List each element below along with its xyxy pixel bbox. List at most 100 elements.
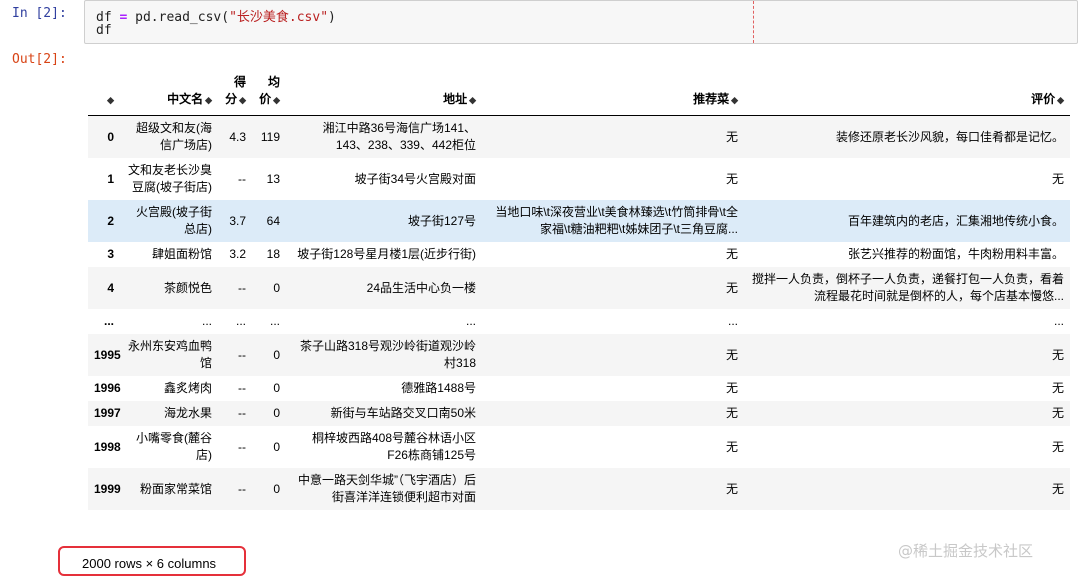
code-line-1[interactable]: df = pd.read_csv("长沙美食.csv") — [96, 6, 336, 25]
row-index: ... — [103, 314, 114, 328]
table-row: 1997 海龙水果 -- 0 新街与车站路交叉口南50米 无 无 — [88, 401, 1070, 426]
sort-icon[interactable]: ◆ — [1057, 92, 1064, 109]
column-header-review[interactable]: 评价 ◆ — [744, 70, 1070, 116]
row-index: 1999 — [94, 481, 121, 496]
table-row: ..................... — [88, 309, 1070, 334]
cell-review: 无 — [1051, 481, 1064, 496]
sort-icon[interactable]: ◆ — [107, 92, 114, 109]
cell-price: 119 — [260, 129, 280, 144]
shape-summary: 2000 rows × 6 columns — [82, 556, 217, 571]
table-body: 0 超级文和友(海信广场店) 4.3 119 湘江中路36号海信广场141、143、23… — [88, 115, 1070, 510]
cell-score: -- — [238, 280, 246, 295]
table-row: 1996 鑫炙烤肉 -- 0 德雅路1488号 无 无 — [88, 376, 1070, 401]
column-header-score[interactable]: 得分 ◆ — [218, 70, 252, 116]
output-prompt: Out[2]: — [12, 52, 67, 67]
sort-icon[interactable]: ◆ — [273, 92, 280, 109]
cell-dishes: 无 — [725, 280, 738, 295]
table-row: 1 文和友老长沙臭豆腐(坡子街店) -- 13 坡子街34号火宫殿对面 无 无 — [88, 158, 1070, 200]
cell-score: 4.3 — [229, 129, 246, 144]
table-row: 0 超级文和友(海信广场店) 4.3 119 湘江中路36号海信广场141、143、23… — [88, 115, 1070, 158]
cell-review: 无 — [1051, 347, 1064, 362]
cell-name: 茶颜悦色 — [163, 280, 212, 295]
column-header-price[interactable]: 均价 ◆ — [252, 70, 286, 116]
row-index: 1997 — [94, 406, 121, 420]
header-row: ◆ 中文名 ◆ 得分 ◆ 均价 ◆ 地址 ◆ 推荐菜 ◆ 评价 ◆ — [88, 70, 1070, 116]
cell-name: 超级文和友(海信广场店) — [136, 121, 212, 152]
dataframe-table: ◆ 中文名 ◆ 得分 ◆ 均价 ◆ 地址 ◆ 推荐菜 ◆ 评价 ◆ 0 超级文和友(海信广场店… — [88, 70, 1070, 510]
cell-dishes: 无 — [725, 406, 738, 420]
ruler-line — [753, 1, 754, 43]
cell-name: 鑫炙烤肉 — [163, 381, 212, 395]
cell-review: 装修还原老长沙风貌，每口佳肴都是记忆。 — [835, 129, 1064, 144]
cell-review: ... — [1053, 314, 1064, 328]
cell-dishes: 无 — [725, 347, 738, 362]
cell-dishes: 无 — [725, 381, 738, 395]
index-header[interactable]: ◆ — [88, 70, 120, 116]
table-row: 4 茶颜悦色 -- 0 24品生活中心负一楼 无搅拌一人负责，倒杯子一人负责，递餐打包一人… — [88, 267, 1070, 309]
cell-name: 肆姐面粉馆 — [151, 247, 212, 261]
cell-review: 百年建筑内的老店，汇集湘地传统小食。 — [847, 213, 1064, 228]
cell-address: 茶子山路318号观沙岭街道观沙岭村318 — [299, 339, 476, 370]
cell-score: -- — [238, 171, 246, 186]
cell-name: 火宫殿(坡子街总店) — [136, 205, 212, 236]
cell-price: 0 — [273, 406, 280, 420]
table-row: 2 火宫殿(坡子街总店) 3.7 64 坡子街127号 当地口味\t深夜营业\t美食林臻选… — [88, 200, 1070, 242]
row-index: 1995 — [94, 347, 121, 362]
code-editor[interactable]: df = pd.read_csv("长沙美食.csv") df — [84, 0, 1078, 44]
cell-review: 无 — [1051, 171, 1064, 186]
cell-dishes: 无 — [725, 171, 738, 186]
cell-review: 无 — [1051, 439, 1064, 454]
code-line-2[interactable]: df — [96, 23, 112, 38]
row-index: 1 — [107, 171, 114, 186]
cell-address: 德雅路1488号 — [401, 381, 476, 395]
cell-price: 0 — [273, 481, 280, 496]
cell-name: 永州东安鸡血鸭馆 — [127, 339, 212, 370]
cell-name: ... — [201, 314, 212, 328]
cell-name: 小嘴零食(麓谷店) — [136, 431, 212, 462]
cell-price: 0 — [273, 280, 280, 295]
row-index: 2 — [107, 213, 114, 228]
table-row: 3 肆姐面粉馆 3.2 18 坡子街128号星月楼1层(近步行街) 无 张艺兴推荐的粉面馆，… — [88, 242, 1070, 267]
column-header-dishes[interactable]: 推荐菜 ◆ — [482, 70, 744, 116]
cell-address: ... — [465, 314, 476, 328]
table-row: 1995 永州东安鸡血鸭馆 -- 0 茶子山路318号观沙岭街道观沙岭村318 无 无 — [88, 334, 1070, 376]
cell-price: 0 — [273, 347, 280, 362]
column-header-name[interactable]: 中文名 ◆ — [120, 70, 218, 116]
cell-address: 坡子街127号 — [407, 213, 476, 228]
cell-price: 13 — [266, 171, 280, 186]
cell-price: ... — [269, 314, 280, 328]
row-index: 0 — [107, 129, 114, 144]
cell-score: 3.7 — [229, 213, 246, 228]
sort-icon[interactable]: ◆ — [731, 92, 738, 109]
cell-name: 文和友老长沙臭豆腐(坡子街店) — [127, 163, 212, 194]
column-header-address[interactable]: 地址 ◆ — [286, 70, 482, 116]
row-index: 1998 — [94, 439, 121, 454]
row-index: 4 — [107, 280, 114, 295]
cell-score: -- — [238, 406, 246, 420]
cell-address: 24品生活中心负一楼 — [366, 280, 476, 295]
cell-address: 坡子街34号火宫殿对面 — [354, 171, 476, 186]
sort-icon[interactable]: ◆ — [239, 92, 246, 109]
code-close: ) — [328, 10, 336, 25]
cell-review: 无 — [1051, 381, 1064, 395]
cell-price: 18 — [266, 247, 280, 261]
sort-icon[interactable]: ◆ — [205, 92, 212, 109]
input-prompt: In [2]: — [12, 6, 67, 21]
table-row: 1999 粉面家常菜馆 -- 0 中意一路天剑华城”（飞宇酒店）后街喜洋洋连锁便利超市对… — [88, 468, 1070, 510]
watermark: @稀土掘金技术社区 — [898, 542, 1034, 560]
row-index: 1996 — [94, 381, 121, 395]
code-string: "长沙美食.csv" — [229, 10, 329, 25]
cell-address: 坡子街128号星月楼1层(近步行街) — [297, 247, 476, 261]
cell-dishes: 无 — [725, 247, 738, 261]
cell-review: 搅拌一人负责，倒杯子一人负责，递餐打包一人负责，看着流程最花时间就是倒杯的人，每… — [751, 272, 1064, 303]
cell-name: 海龙水果 — [163, 406, 212, 420]
cell-score: 3.2 — [229, 247, 246, 261]
cell-dishes: ... — [727, 314, 738, 328]
cell-price: 64 — [266, 213, 280, 228]
cell-review: 无 — [1051, 406, 1064, 420]
cell-review: 张艺兴推荐的粉面馆，牛肉粉用料丰富。 — [847, 247, 1064, 261]
row-index: 3 — [107, 247, 114, 261]
sort-icon[interactable]: ◆ — [469, 92, 476, 109]
cell-score: -- — [238, 381, 246, 395]
code-call: pd.read_csv( — [127, 10, 230, 25]
